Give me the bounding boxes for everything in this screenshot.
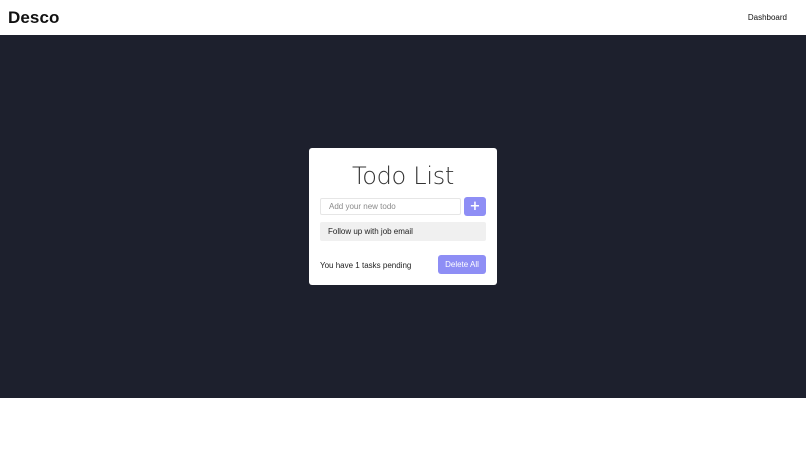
plus-icon: + <box>469 199 481 214</box>
add-todo-button[interactable]: + <box>464 197 486 216</box>
todo-card: Todo List + Follow up with job email You… <box>309 148 497 285</box>
todo-title: Todo List <box>351 162 455 190</box>
todo-item[interactable]: Follow up with job email <box>320 222 486 241</box>
todo-list: Follow up with job email <box>320 222 486 241</box>
pending-suffix: tasks pending <box>359 261 412 270</box>
pending-status: You have 1 tasks pending <box>320 261 411 270</box>
new-todo-input[interactable] <box>320 198 461 215</box>
top-navbar: Desco Dashboard <box>0 0 806 35</box>
pending-prefix: You have <box>320 261 356 270</box>
delete-all-button[interactable]: Delete All <box>438 255 486 274</box>
nav-link-dashboard[interactable]: Dashboard <box>748 13 787 22</box>
brand-logo[interactable]: Desco <box>8 8 60 28</box>
